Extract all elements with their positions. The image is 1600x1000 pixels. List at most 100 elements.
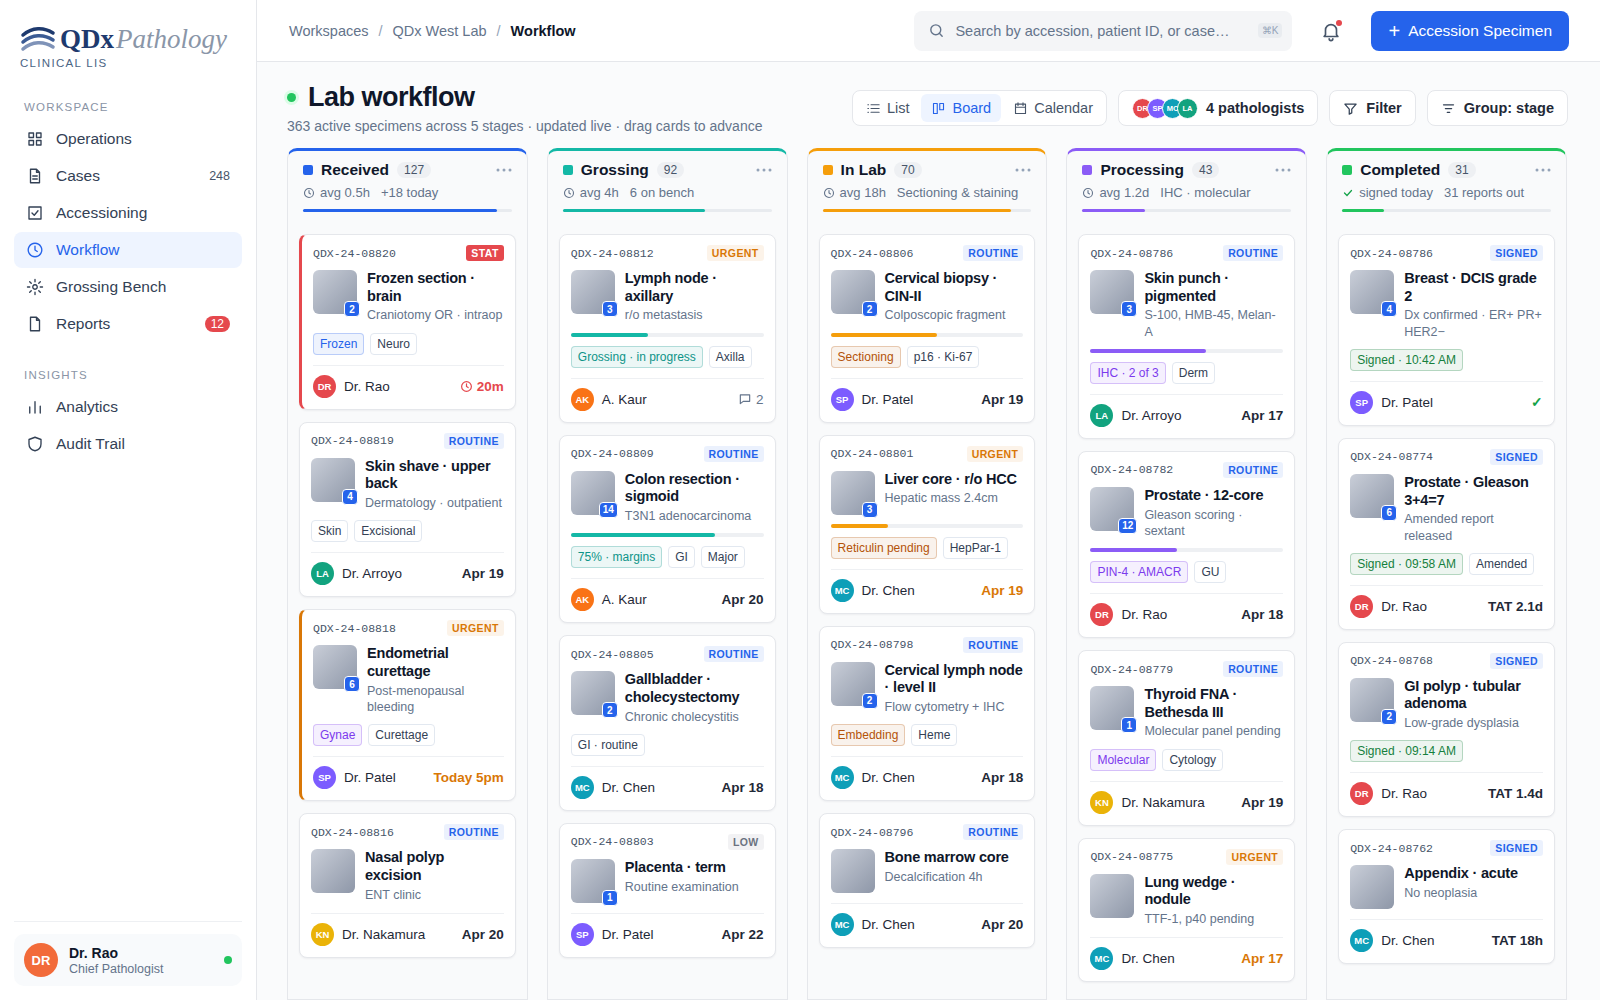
- pathologists-button[interactable]: DRSPMCLA4 pathologists: [1118, 90, 1318, 126]
- specimen-card[interactable]: QDX-24-08782ROUTINE12Prostate · 12-coreG…: [1078, 451, 1295, 638]
- clock-icon: [303, 187, 315, 199]
- sidebar-item[interactable]: Reports12: [14, 306, 242, 342]
- card-meta: Apr 17: [1241, 951, 1283, 966]
- column-progress: [563, 209, 772, 212]
- accession-specimen-button[interactable]: +Accession Specimen: [1371, 11, 1569, 51]
- page-subtitle: 363 active specimens across 5 stages · u…: [287, 118, 762, 134]
- priority-badge: SIGNED: [1490, 449, 1543, 465]
- card-title: Breast · DCIS grade 2: [1404, 270, 1543, 305]
- specimen-thumbnail: 2: [831, 270, 875, 314]
- card-tag: Grossing · in progress: [571, 346, 703, 368]
- priority-badge: ROUTINE: [963, 637, 1023, 653]
- card-progress: [831, 524, 1024, 528]
- card-tag: 75% · margins: [571, 546, 662, 568]
- column-count: 43: [1192, 162, 1219, 178]
- clock-icon: [1082, 187, 1094, 199]
- specimen-card[interactable]: QDX-24-08809ROUTINE14Colon resection · s…: [559, 435, 776, 624]
- notifications-button[interactable]: [1320, 20, 1342, 42]
- assignee-name: A. Kaur: [602, 392, 730, 407]
- card-meta: 20m: [460, 379, 504, 394]
- column-meta: +18 today: [381, 185, 438, 200]
- card-title: Nasal polyp excision: [365, 849, 504, 884]
- search-field[interactable]: Search by accession, patient ID, or case…: [914, 11, 1292, 51]
- card-tag: Amended: [1469, 553, 1534, 575]
- accession-id: QDX-24-08768: [1350, 654, 1433, 667]
- sidebar-item[interactable]: Grossing Bench: [14, 269, 242, 305]
- sidebar-item[interactable]: Analytics: [14, 389, 242, 425]
- more-icon[interactable]: [1535, 168, 1551, 172]
- assignee-avatar: SP: [313, 766, 336, 789]
- sidebar-item[interactable]: Cases248: [14, 158, 242, 194]
- breadcrumb-item[interactable]: Workflow: [511, 23, 576, 39]
- board-column: Received127avg 0.5h+18 todayQDX-24-08820…: [287, 148, 528, 1000]
- assignee-avatar: SP: [831, 388, 854, 411]
- priority-badge: SIGNED: [1490, 245, 1543, 261]
- assignee-name: Dr. Rao: [344, 379, 452, 394]
- specimen-card[interactable]: QDX-24-08801URGENT3Liver core · r/o HCCH…: [819, 435, 1036, 614]
- card-title: Thyroid FNA · Bethesda III: [1144, 686, 1283, 721]
- card-tag: PIN-4 · AMACR: [1090, 561, 1188, 583]
- view-icon: [931, 101, 946, 116]
- specimen-card[interactable]: QDX-24-08806ROUTINE2Cervical biopsy · CI…: [819, 234, 1036, 423]
- card-subtitle: Flow cytometry + IHC: [885, 699, 1024, 715]
- more-icon[interactable]: [1015, 168, 1031, 172]
- breadcrumb-item[interactable]: QDx West Lab: [393, 23, 487, 39]
- specimen-card[interactable]: QDX-24-08803LOW1Placenta · termRoutine e…: [559, 823, 776, 958]
- filter-button[interactable]: Filter: [1329, 90, 1415, 126]
- column-header: In Lab70avg 18hSectioning & staining: [819, 161, 1036, 212]
- sidebar-item[interactable]: Audit Trail: [14, 426, 242, 462]
- card-meta: TAT 2.1d: [1488, 599, 1543, 614]
- specimen-thumbnail: 4: [311, 458, 355, 502]
- card-subtitle: Craniotomy OR · intraop: [367, 307, 504, 323]
- sidebar-item[interactable]: Operations: [14, 121, 242, 157]
- specimen-card[interactable]: QDX-24-08798ROUTINE2Cervical lymph node …: [819, 626, 1036, 802]
- specimen-card[interactable]: QDX-24-08786ROUTINE3Skin punch · pigment…: [1078, 234, 1295, 439]
- specimen-card[interactable]: QDX-24-08775URGENTLung wedge · noduleTTF…: [1078, 838, 1295, 983]
- breadcrumb-item[interactable]: Workspaces: [289, 23, 369, 39]
- assignee-avatar: DR: [1090, 603, 1113, 626]
- column-name: Completed: [1360, 161, 1440, 179]
- card-progress: [1090, 548, 1283, 552]
- specimen-card[interactable]: QDX-24-08786SIGNED4Breast · DCIS grade 2…: [1338, 234, 1555, 426]
- specimen-card[interactable]: QDX-24-08819ROUTINE4Skin shave · upper b…: [299, 422, 516, 598]
- user-card[interactable]: DRDr. RaoChief Pathologist: [14, 934, 242, 986]
- group-button[interactable]: Group: stage: [1427, 90, 1568, 126]
- column-progress: [1082, 209, 1291, 212]
- sidebar-item[interactable]: Workflow: [14, 232, 242, 268]
- more-icon[interactable]: [496, 168, 512, 172]
- group-icon: [1441, 101, 1456, 116]
- column-meta: Sectioning & staining: [897, 185, 1018, 200]
- specimen-card[interactable]: QDX-24-08768SIGNED2GI polyp · tubular ad…: [1338, 642, 1555, 818]
- specimen-card[interactable]: QDX-24-08816ROUTINENasal polyp excisionE…: [299, 813, 516, 958]
- specimen-thumbnail: 3: [831, 471, 875, 515]
- board-column: In Lab70avg 18hSectioning & staining QDX-…: [807, 148, 1048, 1000]
- specimen-card[interactable]: QDX-24-08818URGENT6Endometrial curettage…: [299, 609, 516, 801]
- specimen-card[interactable]: QDX-24-08812URGENT3Lymph node · axillary…: [559, 234, 776, 423]
- nav-icon: [26, 315, 44, 333]
- view-tab[interactable]: Board: [921, 94, 1001, 122]
- card-tag: Embedding: [831, 724, 906, 746]
- card-meta: Apr 20: [462, 927, 504, 942]
- column-color-dot: [563, 165, 573, 175]
- priority-badge: ROUTINE: [1223, 245, 1283, 261]
- accession-id: QDX-24-08786: [1350, 247, 1433, 260]
- assignee-name: Dr. Patel: [602, 927, 714, 942]
- sidebar-item[interactable]: Accessioning: [14, 195, 242, 231]
- logo[interactable]: QDxPathologyCLINICAL LIS: [14, 24, 242, 69]
- priority-badge: LOW: [728, 834, 764, 850]
- column-name: Received: [321, 161, 389, 179]
- specimen-card[interactable]: QDX-24-08820STAT2Frozen section · brainC…: [299, 234, 516, 410]
- card-tag: GI · routine: [571, 734, 645, 756]
- view-tab[interactable]: List: [856, 94, 920, 122]
- card-meta: Apr 20: [722, 592, 764, 607]
- more-icon[interactable]: [1275, 168, 1291, 172]
- assignee-name: Dr. Chen: [862, 770, 974, 785]
- specimen-card[interactable]: QDX-24-08774SIGNED6Prostate · Gleason 3+…: [1338, 438, 1555, 630]
- assignee-name: Dr. Chen: [602, 780, 714, 795]
- specimen-card[interactable]: QDX-24-08779ROUTINE1Thyroid FNA · Bethes…: [1078, 650, 1295, 826]
- specimen-card[interactable]: QDX-24-08796ROUTINEBone marrow coreDecal…: [819, 813, 1036, 948]
- more-icon[interactable]: [756, 168, 772, 172]
- specimen-card[interactable]: QDX-24-08762SIGNEDAppendix · acuteNo neo…: [1338, 829, 1555, 964]
- view-tab[interactable]: Calendar: [1003, 94, 1103, 122]
- specimen-card[interactable]: QDX-24-08805ROUTINE2Gallbladder · cholec…: [559, 635, 776, 811]
